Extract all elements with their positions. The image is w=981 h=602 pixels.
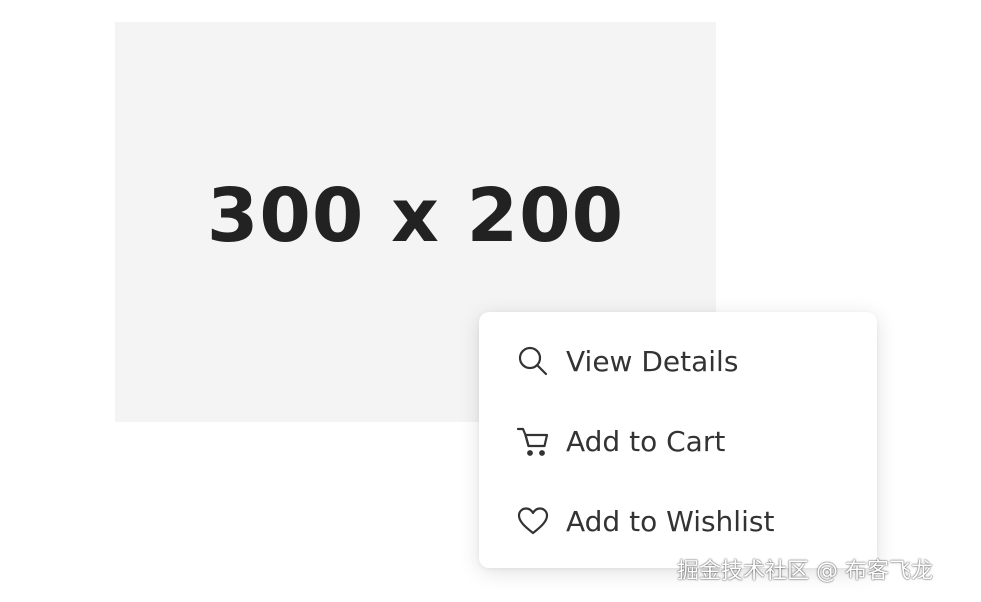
menu-item-add-to-wishlist[interactable]: Add to Wishlist <box>479 481 877 561</box>
menu-item-label: View Details <box>566 344 739 378</box>
search-icon <box>516 343 552 379</box>
menu-item-label: Add to Wishlist <box>566 504 775 538</box>
heart-icon <box>516 503 552 539</box>
watermark: 掘金技术社区 @ 布客飞龙 <box>677 559 933 584</box>
menu-item-label: Add to Cart <box>566 424 726 458</box>
context-menu: View Details Add to Cart Add to Wishlist <box>479 312 877 568</box>
placeholder-dimensions-text: 300 x 200 <box>206 173 625 259</box>
cart-icon <box>516 423 552 459</box>
menu-item-view-details[interactable]: View Details <box>479 321 877 401</box>
menu-item-add-to-cart[interactable]: Add to Cart <box>479 401 877 481</box>
